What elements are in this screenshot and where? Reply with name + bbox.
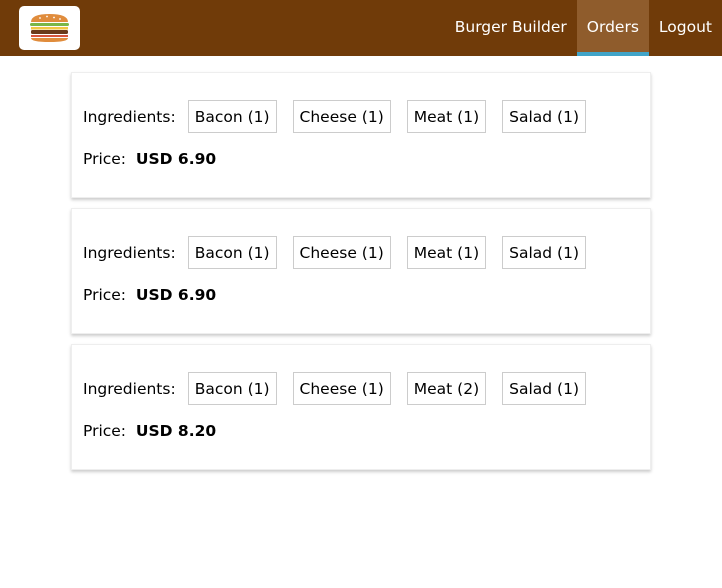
price-label: Price:: [83, 150, 131, 168]
toolbar: Burger Builder Orders Logout: [0, 0, 722, 56]
price-value: USD 8.20: [135, 422, 217, 440]
ingredient-chip: Meat (1): [406, 100, 487, 133]
ingredient-chip: Meat (1): [406, 236, 487, 269]
price-row: Price: USD 6.90: [83, 286, 216, 304]
nav-logout[interactable]: Logout: [649, 0, 722, 56]
logo[interactable]: [19, 6, 80, 50]
orders-list: Ingredients: Bacon (1) Cheese (1) Meat (…: [71, 72, 651, 480]
burger-logo-icon: [30, 14, 69, 42]
main-nav: Burger Builder Orders Logout: [445, 0, 722, 56]
ingredient-chip: Salad (1): [502, 372, 586, 405]
nav-burger-builder[interactable]: Burger Builder: [445, 0, 577, 56]
ingredient-chip: Salad (1): [502, 236, 586, 269]
ingredients-row: Ingredients: Bacon (1) Cheese (1) Meat (…: [83, 372, 602, 405]
ingredients-label: Ingredients:: [83, 243, 176, 262]
price-label: Price:: [83, 422, 131, 440]
ingredient-chip: Cheese (1): [292, 372, 391, 405]
ingredients-row: Ingredients: Bacon (1) Cheese (1) Meat (…: [83, 236, 602, 269]
ingredients-label: Ingredients:: [83, 379, 176, 398]
nav-orders[interactable]: Orders: [576, 0, 649, 56]
ingredients-label: Ingredients:: [83, 107, 176, 126]
order-card: Ingredients: Bacon (1) Cheese (1) Meat (…: [71, 344, 651, 470]
order-card: Ingredients: Bacon (1) Cheese (1) Meat (…: [71, 208, 651, 334]
ingredient-chip: Bacon (1): [187, 100, 277, 133]
price-row: Price: USD 8.20: [83, 422, 216, 440]
ingredient-chip: Cheese (1): [292, 236, 391, 269]
price-value: USD 6.90: [135, 150, 217, 168]
price-row: Price: USD 6.90: [83, 150, 216, 168]
ingredients-row: Ingredients: Bacon (1) Cheese (1) Meat (…: [83, 100, 602, 133]
ingredient-chip: Bacon (1): [187, 236, 277, 269]
price-label: Price:: [83, 286, 131, 304]
price-value: USD 6.90: [135, 286, 217, 304]
ingredient-chip: Salad (1): [502, 100, 586, 133]
ingredient-chip: Bacon (1): [187, 372, 277, 405]
order-card: Ingredients: Bacon (1) Cheese (1) Meat (…: [71, 72, 651, 198]
ingredient-chip: Meat (2): [406, 372, 487, 405]
ingredient-chip: Cheese (1): [292, 100, 391, 133]
